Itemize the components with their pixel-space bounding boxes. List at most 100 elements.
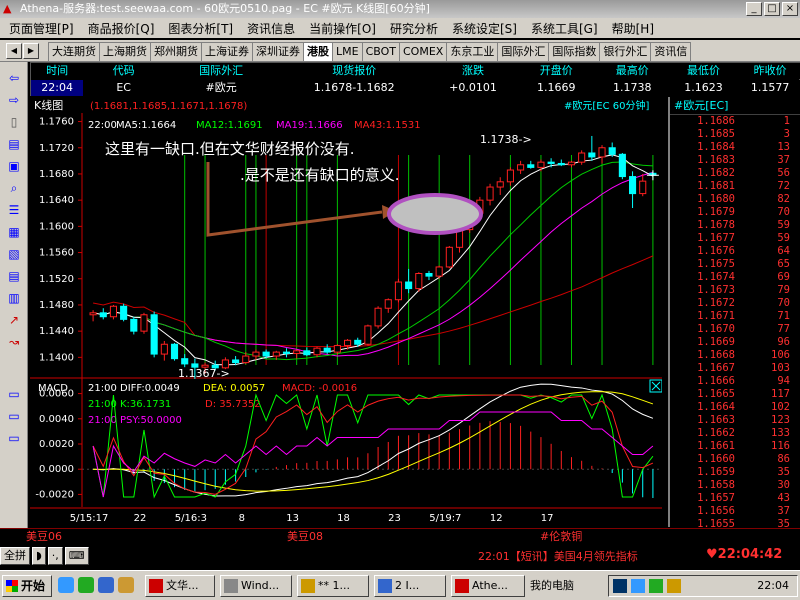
start-button[interactable]: 开始 [2, 575, 52, 597]
tab-3[interactable]: 上海证券 [201, 42, 253, 61]
my-computer-label[interactable]: 我的电脑 [530, 575, 574, 597]
tab-12[interactable]: 银行外汇 [599, 42, 652, 61]
table-icon[interactable]: ▤ [5, 268, 23, 284]
minimize-button[interactable]: _ [746, 2, 762, 16]
quote-header-2[interactable]: 国际外汇 [164, 63, 278, 79]
candle-body [120, 305, 128, 320]
tab-4[interactable]: 深圳证券 [252, 42, 304, 61]
tab-13[interactable]: 资讯信 [650, 42, 692, 61]
menu-item-4[interactable]: 当前操作[O] [302, 20, 383, 37]
row-price: 1.1676 [697, 245, 735, 257]
bar-chart-icon[interactable]: ▥ [5, 290, 23, 306]
punctuation-icon[interactable]: ·, [47, 547, 63, 565]
news-ticker[interactable]: 22:01【短讯】美国4月领先指标 [478, 548, 638, 564]
menu-item-1[interactable]: 商品报价[Q] [81, 20, 162, 37]
input-method-button[interactable]: 全拼 [0, 547, 30, 565]
new-page-icon[interactable]: ▯ [5, 114, 23, 130]
task-wind[interactable]: Wind... [220, 575, 292, 597]
chart-panel[interactable]: 1.1760 1.1720 1.1680 1.1640 1.1600 1.1560 1.15… [30, 97, 663, 527]
price-row: 1.1674 69 [670, 271, 800, 284]
menu-item-3[interactable]: 资讯信息 [240, 20, 302, 37]
price-row: 1.1656 37 [670, 505, 800, 518]
menu-item-2[interactable]: 图表分析[T] [161, 20, 240, 37]
list-icon[interactable]: ☰ [5, 202, 23, 218]
row-price: 1.1672 [697, 297, 735, 309]
low-price-label: 1.1367-> [178, 367, 230, 380]
row-price: 1.1683 [697, 154, 735, 166]
menu-item-7[interactable]: 系统工具[G] [524, 20, 605, 37]
back-arrow-icon[interactable]: ⇦ [5, 70, 23, 86]
tab-scroll-left-button[interactable]: ◀ [6, 43, 22, 59]
status-mid[interactable]: 美豆08 [287, 529, 323, 545]
row-price: 1.1680 [697, 193, 735, 205]
qq-icon[interactable] [58, 577, 74, 593]
candle-body [496, 181, 504, 188]
zoom-icon[interactable]: ⌕ [5, 180, 23, 196]
ie-icon[interactable] [98, 577, 114, 593]
half-width-icon[interactable]: ◗ [32, 547, 46, 565]
row-price: 1.1659 [697, 466, 735, 478]
layout-3-icon[interactable]: ▭ [5, 430, 23, 446]
desktop-icon[interactable] [118, 577, 134, 593]
row-price: 1.1668 [697, 349, 735, 361]
status-left[interactable]: 美豆06 [26, 529, 62, 545]
tab-5[interactable]: 港股 [303, 42, 333, 61]
quote-header-8[interactable]: 昨收价 [739, 63, 800, 79]
save-icon[interactable]: ▣ [5, 158, 23, 174]
ch-ime-icon[interactable] [613, 579, 627, 593]
menu-item-5[interactable]: 研究分析 [383, 20, 445, 37]
tray-app-icon[interactable] [649, 579, 663, 593]
menu-item-6[interactable]: 系统设定[S] [445, 20, 524, 37]
symbol-label: #欧元[EC 60分钟] [564, 99, 649, 112]
trend-icon[interactable]: ↗ [5, 312, 23, 328]
keyboard-icon[interactable]: ⌨ [64, 547, 89, 565]
row-volume: 70 [777, 206, 790, 218]
forward-arrow-icon[interactable]: ⇨ [5, 92, 23, 108]
indicator-icon[interactable]: ↝ [5, 334, 23, 350]
row-volume: 102 [771, 401, 790, 413]
status-right[interactable]: #伦敦铜 [540, 529, 582, 545]
task-wenhua[interactable]: 文华... [145, 575, 215, 597]
open-folder-icon[interactable]: ▤ [5, 136, 23, 152]
quote-header-6[interactable]: 最高价 [597, 63, 668, 79]
tab-8[interactable]: COMEX [399, 42, 448, 61]
tab-11[interactable]: 国际指数 [548, 42, 601, 61]
menu-item-0[interactable]: 页面管理[P] [2, 20, 81, 37]
tab-7[interactable]: CBOT [361, 42, 400, 61]
layout-1-icon[interactable]: ▭ [5, 386, 23, 402]
chart-icon[interactable]: ▧ [5, 246, 23, 262]
kline-chart[interactable]: 1.1760 1.1720 1.1680 1.1640 1.1600 1.1560 1.15… [30, 97, 663, 527]
tray-volume-icon[interactable] [667, 579, 681, 593]
tab-6[interactable]: LME [332, 42, 363, 61]
tab-10[interactable]: 国际外汇 [497, 42, 550, 61]
tray-qq-icon[interactable] [631, 579, 645, 593]
price-row: 1.1659 35 [670, 466, 800, 479]
row-volume: 94 [777, 375, 790, 387]
quote-header-3[interactable]: 现货报价 [278, 63, 430, 79]
quote-header-7[interactable]: 最低价 [668, 63, 739, 79]
grid-icon[interactable]: ▦ [5, 224, 23, 240]
row-volume: 59 [777, 232, 790, 244]
task-doc[interactable]: ** 1... [297, 575, 369, 597]
tab-0[interactable]: 大连期货 [48, 42, 100, 61]
tab-2[interactable]: 郑州期货 [150, 42, 202, 61]
quote-header-4[interactable]: 涨跌 [430, 63, 516, 79]
maximize-button[interactable]: □ [764, 2, 780, 16]
task-ie[interactable]: 2 I... [374, 575, 446, 597]
tab-1[interactable]: 上海期货 [99, 42, 151, 61]
tab-9[interactable]: 东京工业 [446, 42, 499, 61]
menu-item-8[interactable]: 帮助[H] [605, 20, 661, 37]
media-icon[interactable] [78, 577, 94, 593]
quote-header-0[interactable]: 时间 [31, 63, 83, 79]
quote-header-5[interactable]: 开盘价 [516, 63, 597, 79]
quote-value-7: 1.1623 [684, 81, 723, 94]
quote-header-1[interactable]: 代码 [83, 63, 164, 79]
macd-title: MACD [38, 383, 68, 394]
close-button[interactable]: × [782, 2, 798, 16]
quote-value-5: 1.1669 [536, 81, 576, 94]
candle-body [130, 318, 138, 332]
task-athena[interactable]: Athe... [451, 575, 525, 597]
layout-2-icon[interactable]: ▭ [5, 408, 23, 424]
tab-scroll-right-button[interactable]: ▶ [23, 43, 39, 59]
taskbar: 开始 文华... Wind... ** 1... 2 I... Athe... … [0, 570, 800, 600]
